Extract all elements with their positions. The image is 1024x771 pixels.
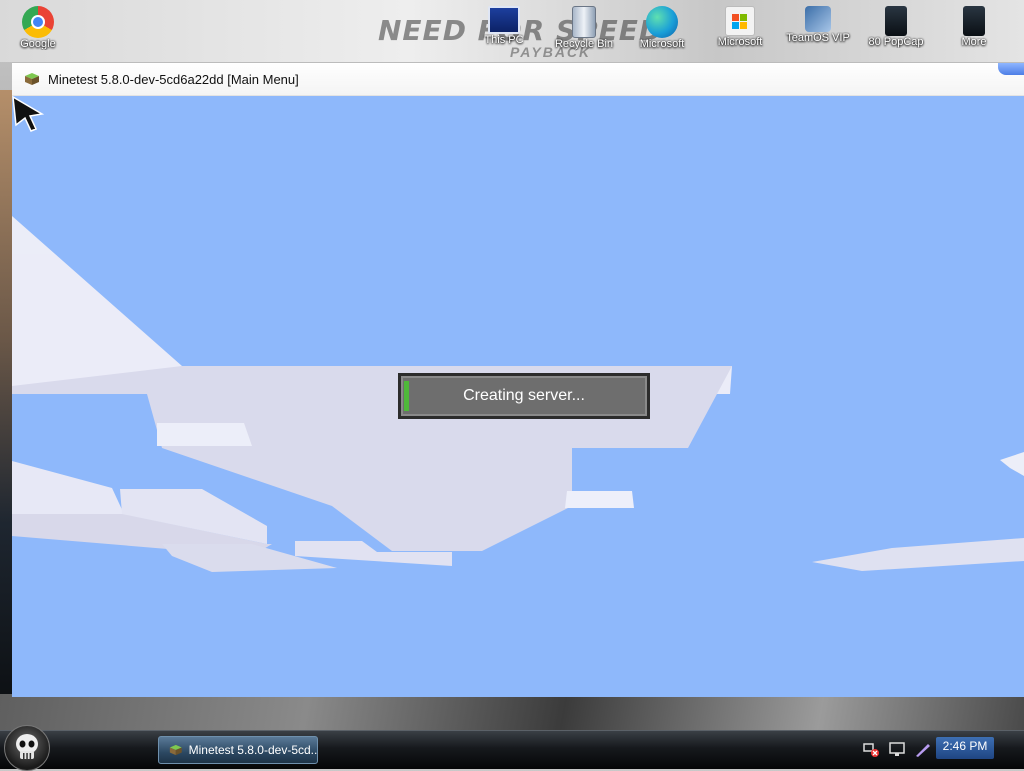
progress-bar: Creating server... [398, 373, 650, 419]
desktop-icon-google[interactable]: Google [0, 4, 76, 60]
pen-icon[interactable] [914, 740, 932, 758]
desktop-icon-label: Microsoft [639, 38, 685, 50]
cloud-block [565, 491, 634, 508]
recycle-bin-icon [572, 6, 596, 38]
start-button[interactable] [4, 725, 50, 771]
desktop-icon-label: Microsoft [717, 36, 763, 48]
skull-icon [16, 734, 38, 759]
computer-icon [488, 6, 520, 34]
store-icon [725, 6, 755, 36]
desktop-icon-label: TeamOS VIP [786, 32, 850, 44]
minetest-app-icon [25, 73, 39, 85]
minetest-app-icon [169, 744, 182, 756]
display-icon[interactable] [888, 740, 906, 758]
cloud-block [157, 423, 252, 446]
window-control-button[interactable] [998, 63, 1024, 75]
mouse-cursor-icon [12, 96, 45, 132]
desktop-icon-label: More [961, 36, 987, 48]
desktop-icon-label: Google [20, 38, 56, 50]
taskbar-button-label: Minetest 5.8.0-dev-5cd... [188, 743, 317, 757]
minetest-window: Minetest 5.8.0-dev-5cd6a22dd [Main Menu]… [12, 62, 1024, 697]
edge-icon [646, 6, 678, 38]
chrome-icon [22, 6, 54, 38]
game-viewport[interactable]: Creating server... [12, 96, 1024, 697]
cloud-block [812, 538, 1024, 571]
wallpaper-bottom-strip [0, 694, 1024, 730]
taskbar: Minetest 5.8.0-dev-5cd... 2:46 PM [0, 725, 1024, 771]
desktop-icon-popcap[interactable]: 80 PopCap [858, 4, 934, 60]
desktop-icon-microsoft-store[interactable]: Microsoft [702, 4, 778, 60]
popcap-icon [885, 6, 907, 36]
progress-label: Creating server... [463, 387, 585, 404]
progress-fill [404, 381, 409, 411]
network-disconnected-icon[interactable] [862, 740, 880, 758]
desktop-icon-this-pc[interactable]: This PC [466, 4, 542, 60]
desktop-icon-teamos-vip[interactable]: TeamOS VIP [780, 4, 856, 60]
window-titlebar[interactable]: Minetest 5.8.0-dev-5cd6a22dd [Main Menu] [12, 63, 1024, 96]
more-icon [963, 6, 985, 36]
desktop-icon-label: This PC [484, 34, 524, 46]
desktop-icon-microsoft-edge[interactable]: Microsoft [624, 4, 700, 60]
taskbar-button-minetest[interactable]: Minetest 5.8.0-dev-5cd... [158, 736, 318, 764]
system-tray [862, 740, 932, 758]
cloud-block [1000, 452, 1024, 476]
window-title: Minetest 5.8.0-dev-5cd6a22dd [Main Menu] [48, 71, 299, 87]
desktop-icon-recycle-bin[interactable]: Recycle Bin [546, 4, 622, 60]
taskbar-clock[interactable]: 2:46 PM [936, 737, 994, 759]
desktop-icon-label: 80 PopCap [868, 36, 924, 48]
cloud-block [12, 461, 124, 514]
desktop-icon-more[interactable]: More [936, 4, 1012, 60]
desktop-icon-label: Recycle Bin [554, 38, 614, 50]
teamos-icon [805, 6, 831, 32]
